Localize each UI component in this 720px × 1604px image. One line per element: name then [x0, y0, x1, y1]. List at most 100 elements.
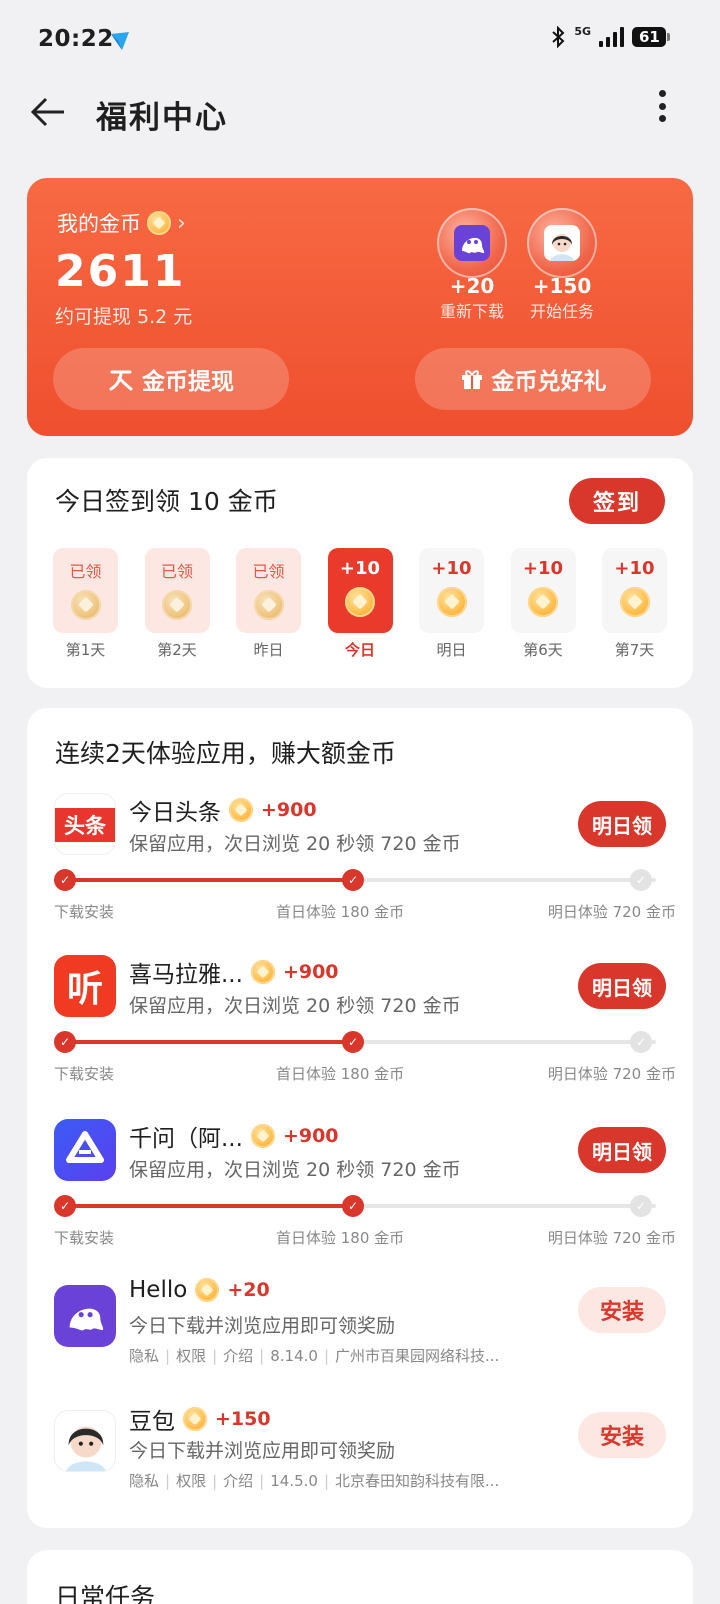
privacy-link[interactable]: 隐私 [129, 1472, 159, 1490]
app-name: Hello [129, 1277, 188, 1303]
app-name: 千问（阿... [129, 1126, 243, 1152]
check-icon: ✓ [630, 869, 652, 891]
check-icon: ✓ [342, 1195, 364, 1217]
coin-icon [250, 960, 275, 984]
claim-tomorrow-button[interactable]: 明日领 [578, 801, 666, 847]
task-reward: +150 [532, 274, 592, 298]
gift-icon [461, 370, 482, 389]
redownload-task[interactable]: +20 重新下载 [427, 208, 517, 322]
day-reward: +10 [522, 558, 564, 579]
checkin-day: +10 第6天 [510, 548, 576, 660]
app-meta: 隐私 | 权限 | 介绍 | 14.5.0 | 北京春田知韵科技有限... [129, 1472, 500, 1490]
progress-label: 下载安装 [54, 1229, 115, 1247]
status-time: 20:22 [38, 26, 114, 52]
trial-progress: ✓ ✓ ✓ 下载安装 首日体验 180 金币 明日体验 720 金币 [54, 1031, 676, 1087]
checkin-day-today[interactable]: +10 今日 [327, 548, 393, 660]
day-status: 已领 [252, 562, 285, 581]
coin-icon [250, 1124, 275, 1148]
app-icon-text: 头条 [55, 808, 115, 842]
day-name: 第2天 [157, 641, 197, 659]
app-description: 今日下载并浏览应用即可领奖励 [129, 1315, 396, 1337]
checkin-title: 今日签到领 10 金币 [55, 487, 278, 516]
checkin-days: 已领 第1天 已领 第2天 已领 昨日 +10 今日 +10 明日 +10 第6… [53, 548, 667, 660]
app-reward: +900 [282, 961, 339, 983]
daily-tasks-title: 日常任务 [55, 1583, 156, 1604]
trial-progress: ✓ ✓ ✓ 下载安装 首日体验 180 金币 明日体验 720 金币 [54, 869, 676, 925]
check-icon: ✓ [630, 1195, 652, 1217]
app-description: 保留应用，次日浏览 20 秒领 720 金币 [129, 995, 461, 1017]
app-version: 14.5.0 [270, 1472, 318, 1490]
coin-withdraw-label: 金币提现 [142, 369, 234, 395]
app-developer: 北京春田知韵科技有限... [335, 1472, 500, 1490]
progress-label: 明日体验 720 金币 [547, 903, 676, 921]
hello-app-icon[interactable] [54, 1285, 116, 1347]
coin-icon [183, 1407, 207, 1431]
day-reward: +10 [614, 558, 655, 579]
check-icon: ✓ [630, 1031, 652, 1053]
task-reward: +20 [449, 274, 495, 298]
coin-icon [528, 587, 558, 617]
qianwen-app-icon[interactable] [54, 1119, 116, 1181]
coin-withdraw-button[interactable]: 金币提现 [53, 348, 289, 410]
claim-tomorrow-button[interactable]: 明日领 [578, 963, 666, 1009]
day-name: 第7天 [614, 641, 655, 659]
start-task[interactable]: +150 开始任务 [517, 208, 607, 322]
trial-progress: ✓ ✓ ✓ 下载安装 首日体验 180 金币 明日体验 720 金币 [54, 1195, 676, 1251]
day-name: 昨日 [253, 641, 284, 659]
app-reward: +20 [227, 1279, 270, 1301]
coin-icon [162, 590, 192, 620]
my-coins-link[interactable]: 我的金币 › [57, 208, 186, 238]
app-name: 豆包 [129, 1409, 175, 1435]
coin-icon [147, 211, 171, 235]
install-button[interactable]: 安装 [578, 1412, 666, 1458]
checkin-day: +10 第7天 [602, 548, 667, 660]
chevron-right-icon: › [177, 210, 186, 236]
checkin-day: 已领 第1天 [53, 548, 118, 660]
network-type: 5G [574, 24, 591, 38]
toutiao-app-icon[interactable]: 头条 [54, 793, 116, 855]
coin-icon [229, 798, 253, 822]
permissions-link[interactable]: 权限 [176, 1472, 206, 1490]
intro-link[interactable]: 介绍 [223, 1347, 253, 1365]
app-version: 8.14.0 [270, 1347, 318, 1365]
ximalaya-app-icon[interactable]: 听 [54, 955, 116, 1017]
my-coins-label: 我的金币 [57, 212, 141, 236]
coin-exchange-button[interactable]: 金币兑好礼 [415, 348, 651, 410]
progress-label: 下载安装 [54, 1065, 115, 1083]
checkin-button[interactable]: 签到 [569, 478, 665, 524]
withdraw-estimate: 约可提现 5.2 元 [55, 306, 193, 328]
app-name: 今日头条 [129, 800, 221, 826]
day-status: 已领 [69, 562, 102, 581]
claim-tomorrow-button[interactable]: 明日领 [578, 1127, 666, 1173]
day-reward: +10 [339, 558, 381, 579]
checkin-day: 已领 昨日 [236, 548, 301, 660]
my-coins-card: 我的金币 › 2611 约可提现 5.2 元 +20 重新下载 +150 开始任… [27, 178, 693, 436]
doubao-app-icon[interactable] [54, 1410, 116, 1472]
coin-icon [619, 587, 650, 617]
coin-icon [345, 587, 375, 617]
coin-balance: 2611 [55, 246, 186, 297]
back-arrow-icon[interactable] [28, 92, 68, 132]
app-name: 喜马拉雅... [129, 962, 243, 988]
coin-exchange-label: 金币兑好礼 [491, 369, 607, 395]
check-icon: ✓ [54, 1031, 76, 1053]
checkin-day: +10 明日 [419, 548, 484, 660]
hello-app-icon [437, 208, 507, 278]
privacy-link[interactable]: 隐私 [129, 1347, 159, 1365]
coin-icon [70, 590, 101, 620]
progress-label: 下载安装 [54, 903, 115, 921]
app-meta: 隐私 | 权限 | 介绍 | 8.14.0 | 广州市百果园网络科技... [129, 1347, 500, 1365]
page-title: 福利中心 [96, 100, 228, 136]
more-options-icon[interactable] [652, 88, 672, 124]
app-icon-text: 听 [66, 969, 103, 1010]
day-reward: +10 [431, 558, 472, 579]
progress-label: 首日体验 180 金币 [276, 903, 405, 921]
check-icon: ✓ [54, 869, 76, 891]
coin-icon [253, 590, 284, 620]
install-button[interactable]: 安装 [578, 1287, 666, 1333]
app-trial-title: 连续2天体验应用，赚大额金币 [55, 739, 396, 768]
intro-link[interactable]: 介绍 [223, 1472, 253, 1490]
permissions-link[interactable]: 权限 [176, 1347, 206, 1365]
app-reward: +900 [282, 1125, 339, 1147]
day-status: 已领 [160, 562, 193, 581]
